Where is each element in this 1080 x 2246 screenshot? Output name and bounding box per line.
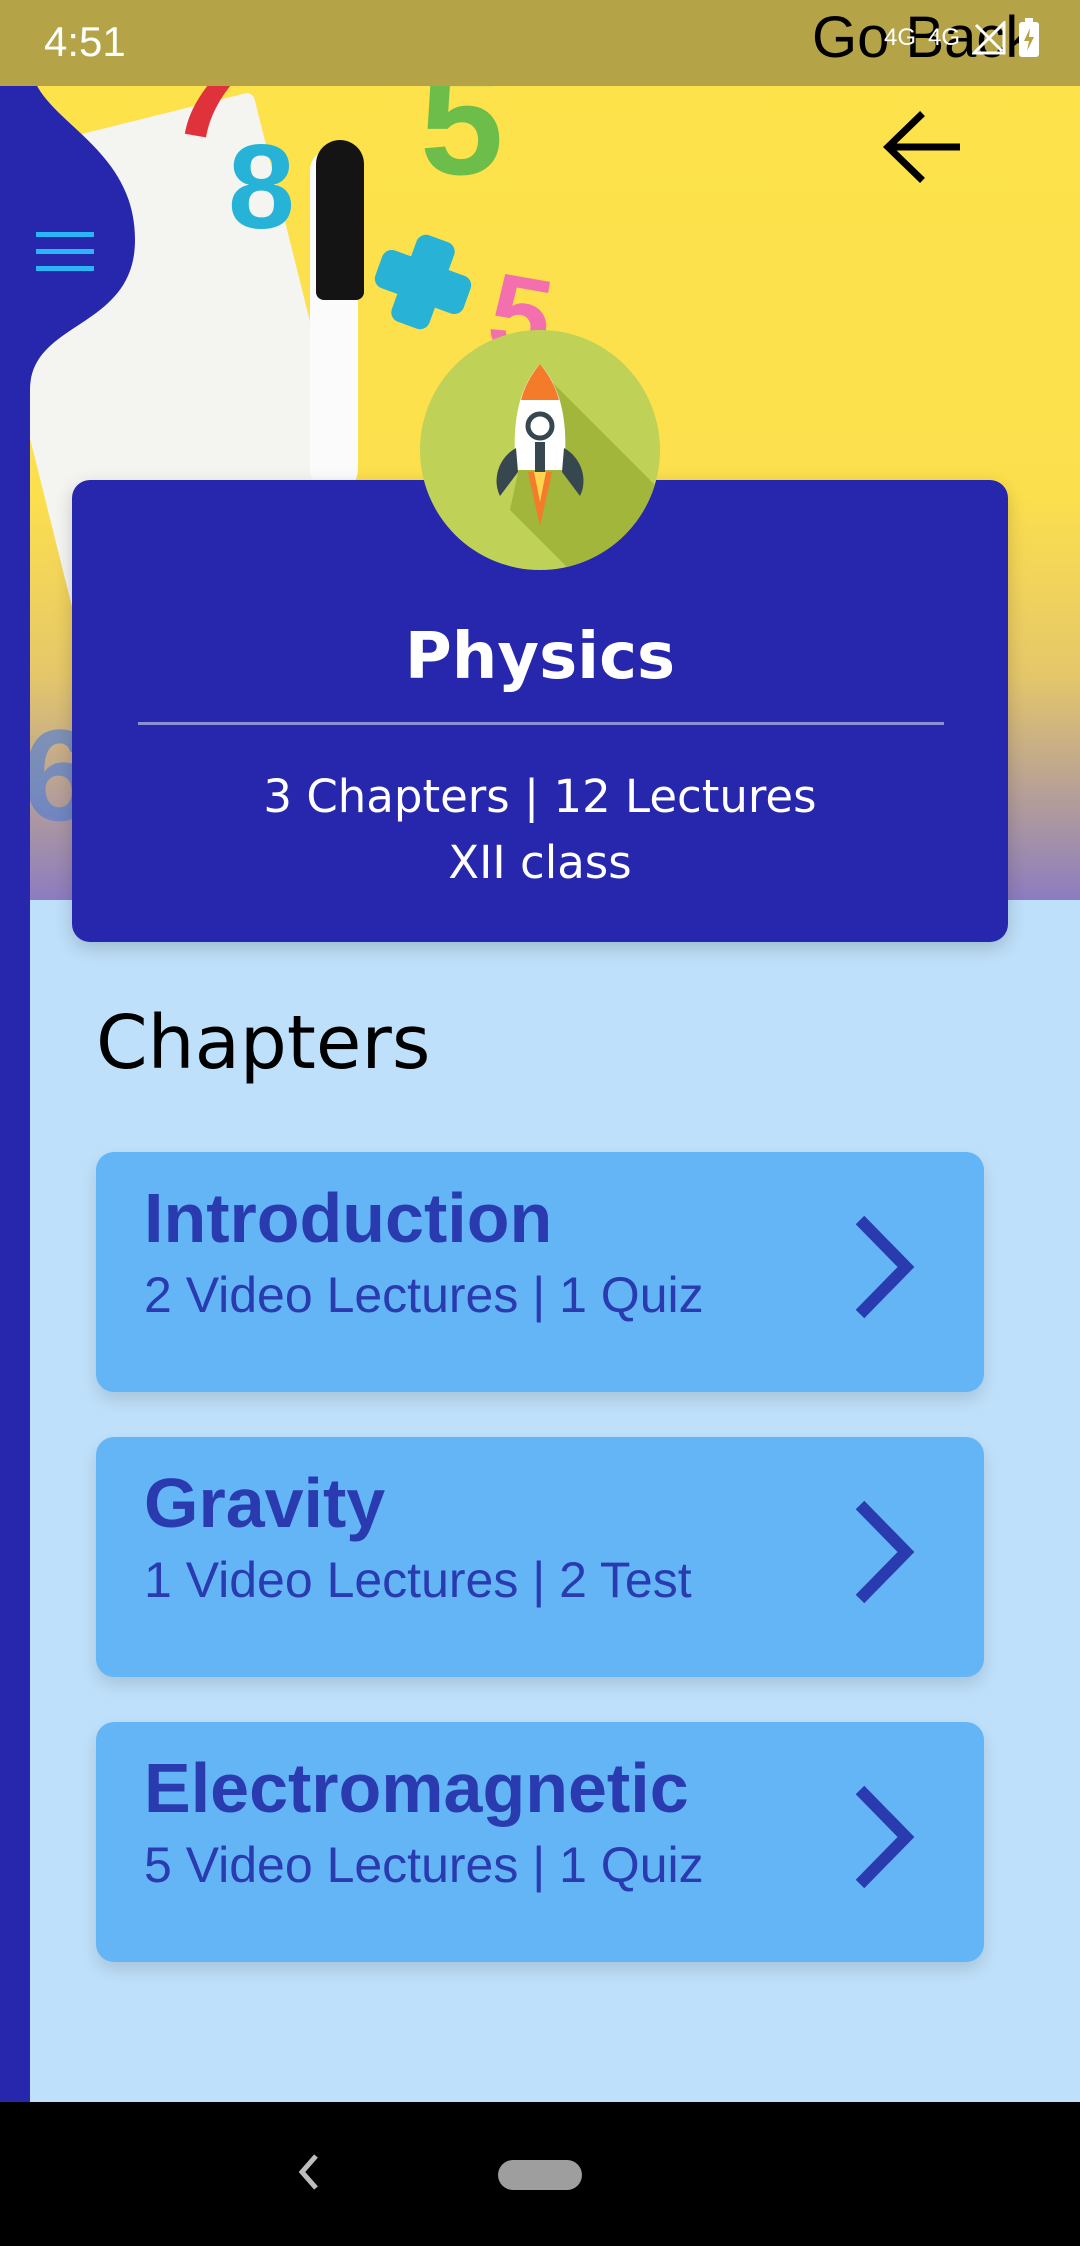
cell-signal-icon (972, 21, 1006, 55)
chevron-right-icon (855, 1785, 915, 1889)
system-nav-bar (0, 2102, 1080, 2246)
chapter-meta: 5 Video Lectures | 1 Quiz (144, 1837, 704, 1893)
subject-avatar (420, 330, 660, 570)
marker-cap-decoration (316, 140, 364, 300)
menu-button[interactable] (36, 230, 96, 274)
back-button[interactable] (880, 110, 964, 184)
chapter-name: Introduction (144, 1179, 553, 1257)
nav-back-icon[interactable] (288, 2142, 328, 2202)
status-icons: 4G 4G (884, 18, 1040, 58)
chapters-heading: Chapters (96, 1000, 431, 1086)
chapter-card-introduction[interactable]: Introduction 2 Video Lectures | 1 Quiz (96, 1152, 984, 1392)
number-eight-decoration: 8 (228, 120, 295, 254)
subject-stats: 3 Chapters | 12 Lectures (263, 770, 817, 823)
chapter-card-electromagnetic[interactable]: Electromagnetic 5 Video Lectures | 1 Qui… (96, 1722, 984, 1962)
nav-home-pill[interactable] (498, 2160, 582, 2190)
status-time: 4:51 (44, 18, 126, 65)
subject-title: Physics (404, 620, 676, 694)
chevron-right-icon (855, 1500, 915, 1604)
chapter-meta: 2 Video Lectures | 1 Quiz (144, 1267, 704, 1323)
status-bar: 4:51 Go Back 4G 4G (0, 0, 1080, 86)
subject-divider (138, 722, 944, 725)
chevron-right-icon (855, 1215, 915, 1319)
chapter-name: Gravity (144, 1464, 386, 1542)
signal-b-label: 4G (927, 24, 960, 51)
chapter-name: Electromagnetic (144, 1749, 689, 1827)
battery-icon (1019, 18, 1039, 57)
arrow-left-icon (882, 111, 960, 183)
hamburger-menu-icon (36, 232, 94, 271)
chapter-card-gravity[interactable]: Gravity 1 Video Lectures | 2 Test (96, 1437, 984, 1677)
signal-a-label: 4G (883, 24, 916, 51)
chapter-meta: 1 Video Lectures | 2 Test (144, 1552, 692, 1608)
rocket-icon (496, 364, 660, 570)
subject-class: XII class (448, 836, 632, 889)
